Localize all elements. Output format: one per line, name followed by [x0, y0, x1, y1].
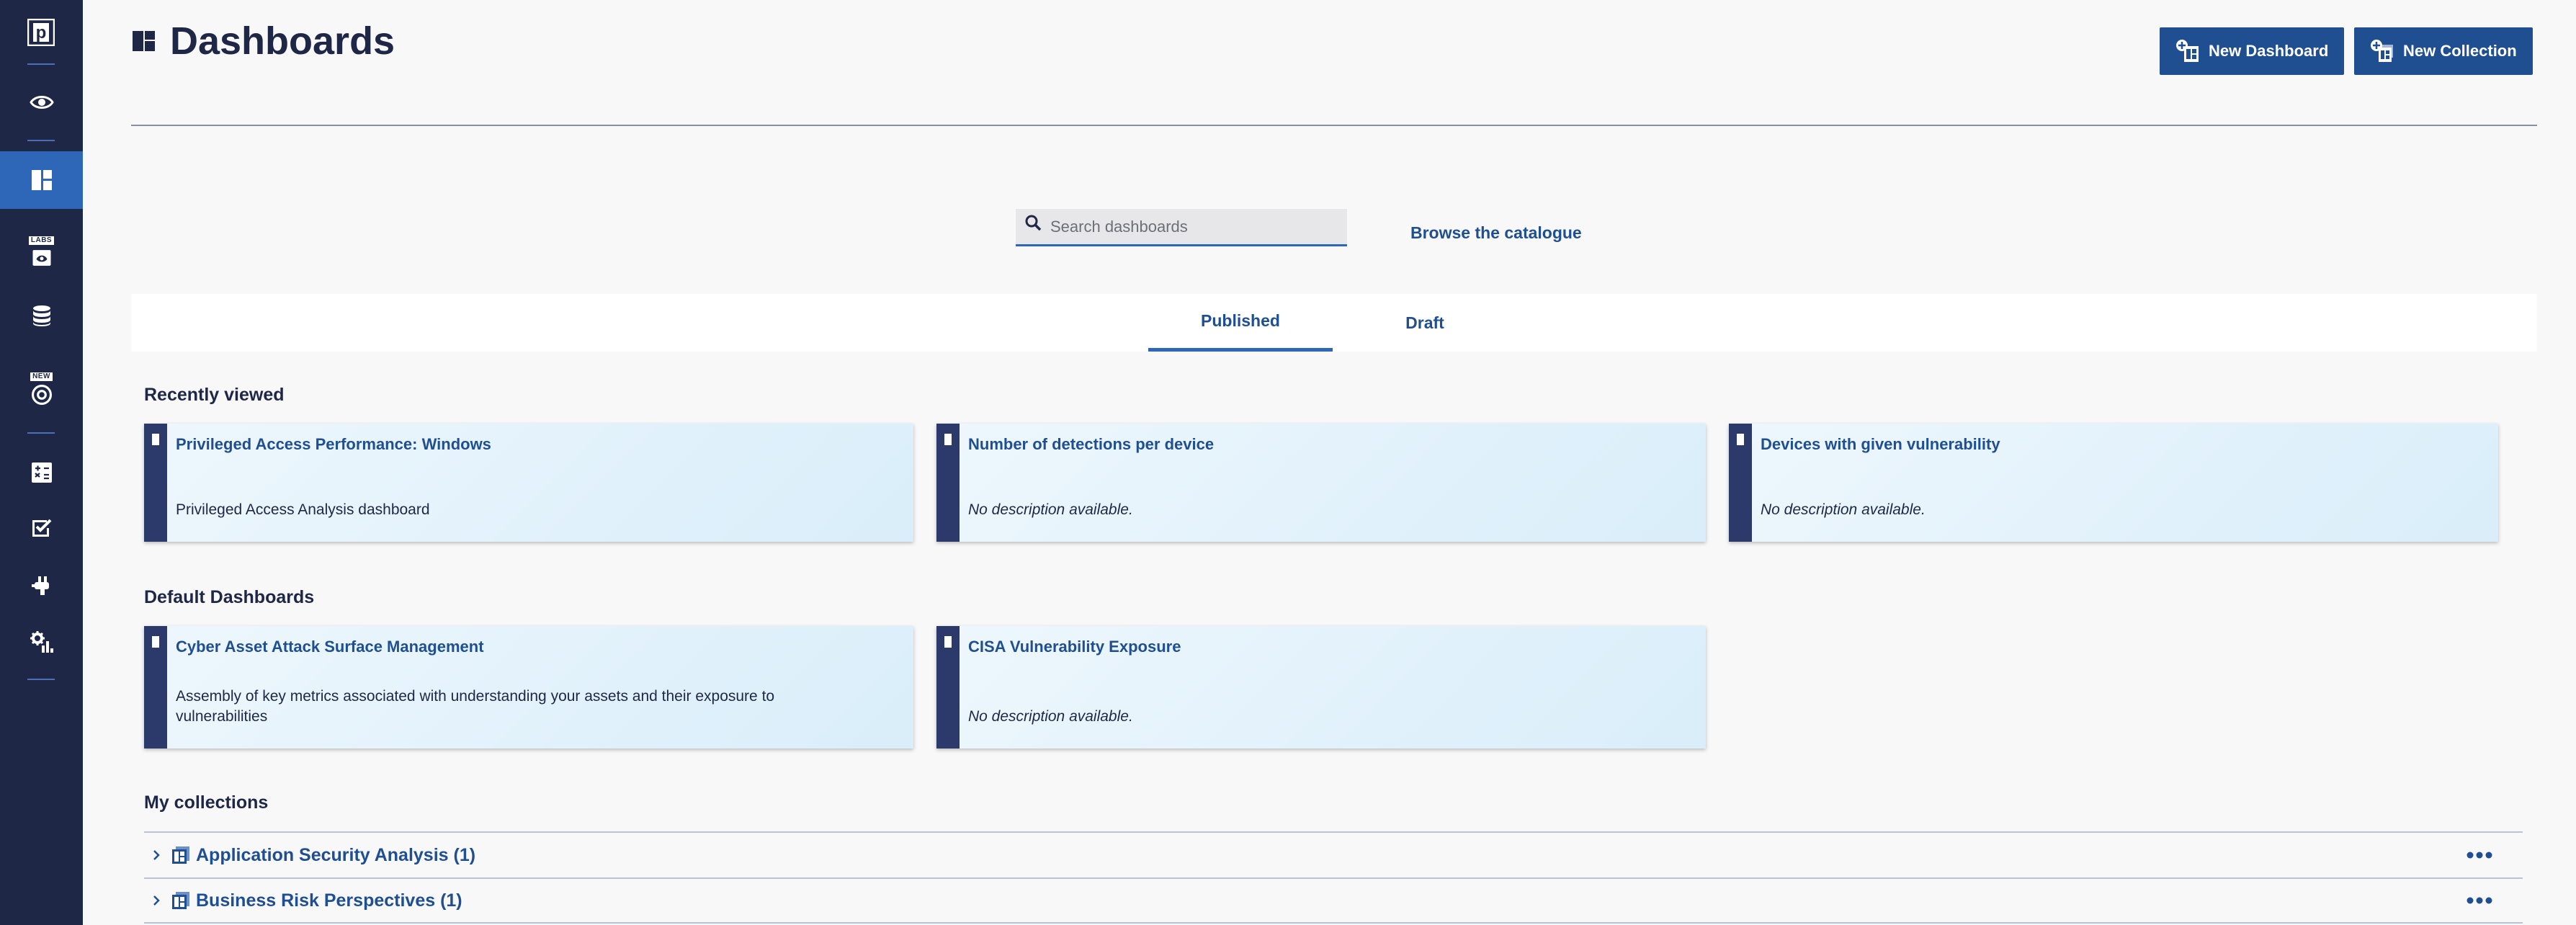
my-collections-title: My collections: [144, 792, 269, 813]
sidebar-item-calculator[interactable]: [0, 444, 83, 501]
more-options-icon[interactable]: [2465, 848, 2494, 862]
dashboard-card[interactable]: Cyber Asset Attack Surface Management As…: [144, 626, 913, 749]
more-options-icon[interactable]: [2465, 893, 2494, 908]
new-collection-button[interactable]: New Collection: [2354, 27, 2533, 75]
card-description: No description available.: [968, 708, 1133, 725]
card-title: CISA Vulnerability Exposure: [968, 638, 1181, 656]
new-collection-label: New Collection: [2403, 42, 2517, 60]
eye-icon: [29, 96, 54, 109]
sidebar-divider: [27, 432, 55, 434]
card-description: Assembly of key metrics associated with …: [176, 688, 775, 725]
chevron-right-icon[interactable]: [148, 847, 164, 863]
dashboard-card[interactable]: CISA Vulnerability Exposure No descripti…: [936, 626, 1706, 749]
card-stripe: [1729, 424, 1752, 542]
card-stripe: [144, 424, 167, 542]
app-logo[interactable]: p: [27, 18, 55, 47]
card-description: Privileged Access Analysis dashboard: [176, 501, 430, 518]
page-title: Dashboards: [170, 19, 395, 63]
dashboards-icon: [31, 170, 52, 190]
tab-draft[interactable]: Draft: [1333, 294, 1517, 352]
sidebar-item-integrations[interactable]: [0, 556, 83, 614]
labs-icon: [32, 249, 50, 266]
dashboard-card[interactable]: Privileged Access Performance: Windows P…: [144, 424, 913, 542]
card-title: Devices with given vulnerability: [1761, 435, 2000, 453]
default-dashboards-title: Default Dashboards: [144, 587, 315, 607]
add-dashboard-icon: [2176, 40, 2199, 62]
checklist-icon: [32, 519, 51, 537]
collection-icon: [172, 892, 189, 909]
search-field: [1016, 209, 1347, 246]
card-title: Number of detections per device: [968, 435, 1215, 453]
tab-published[interactable]: Published: [1148, 294, 1333, 352]
card-title: Cyber Asset Attack Surface Management: [176, 638, 484, 656]
sidebar-item-labs[interactable]: LABS: [0, 223, 83, 281]
new-dashboard-button[interactable]: New Dashboard: [2160, 27, 2345, 75]
sidebar-divider: [27, 140, 55, 141]
calculator-icon: [31, 463, 52, 483]
settings-chart-icon: [30, 631, 53, 653]
sidebar-divider: [27, 679, 55, 680]
card-stripe: [936, 424, 960, 542]
sidebar-item-dashboards[interactable]: [0, 151, 83, 209]
collection-label: Business Risk Perspectives (1): [196, 890, 462, 911]
collection-row[interactable]: Application Security Analysis (1): [144, 831, 2523, 877]
header-divider: [131, 125, 2537, 126]
tab-bar: Published Draft: [131, 294, 2537, 352]
browse-catalogue-link[interactable]: Browse the catalogue: [1410, 223, 1582, 243]
labs-badge: LABS: [28, 236, 55, 245]
card-stripe: [144, 626, 167, 749]
search-icon: [1025, 215, 1042, 231]
collection-label: Application Security Analysis (1): [196, 844, 476, 865]
dashboard-card[interactable]: Devices with given vulnerability No desc…: [1729, 424, 2498, 542]
card-description: No description available.: [1761, 501, 1926, 518]
add-collection-icon: [2371, 40, 2393, 62]
card-stripe: [936, 626, 960, 749]
sidebar-item-admin[interactable]: [0, 614, 83, 671]
collection-row[interactable]: Business Risk Perspectives (1): [144, 877, 2523, 924]
svg-text:p: p: [36, 23, 47, 43]
sidebar-item-insights[interactable]: [0, 73, 83, 131]
collection-icon: [172, 846, 189, 864]
page-header: Dashboards: [131, 17, 395, 65]
chevron-right-icon[interactable]: [148, 893, 164, 908]
recently-viewed-title: Recently viewed: [144, 385, 285, 405]
card-title: Privileged Access Performance: Windows: [176, 435, 491, 453]
dashboards-icon: [133, 31, 155, 51]
sidebar-divider: [27, 63, 55, 65]
sidebar-item-targets[interactable]: NEW: [0, 360, 83, 418]
dashboard-card[interactable]: Number of detections per device No descr…: [936, 424, 1706, 542]
database-icon: [32, 305, 50, 326]
new-badge: NEW: [30, 372, 53, 381]
card-description: No description available.: [968, 501, 1133, 518]
sidebar: p LABS NEW: [0, 0, 83, 925]
plug-icon: [31, 576, 49, 595]
target-icon: [31, 384, 52, 405]
sidebar-item-data[interactable]: [0, 287, 83, 344]
search-input[interactable]: [1050, 209, 1338, 244]
sidebar-item-tasks[interactable]: [0, 499, 83, 556]
new-dashboard-label: New Dashboard: [2209, 42, 2329, 60]
